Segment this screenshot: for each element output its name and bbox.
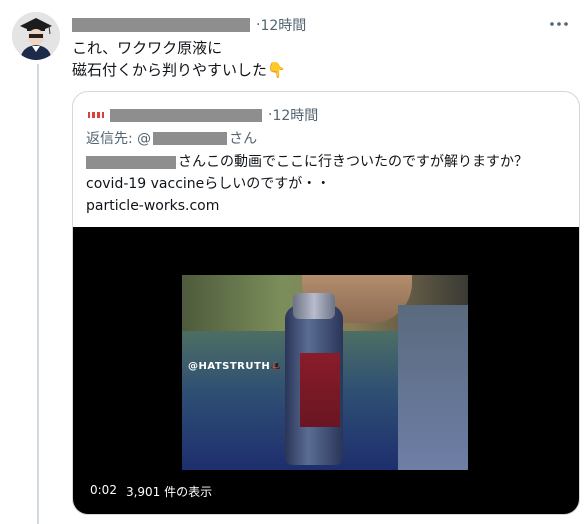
quoted-body-link[interactable]: particle-works.com bbox=[86, 195, 528, 217]
avatar[interactable] bbox=[12, 12, 60, 60]
quoted-tweet-body: さんこの動画でここに行きついたのですが解りますか？ covid-19 vacci… bbox=[86, 151, 528, 217]
redacted-mention bbox=[86, 155, 176, 169]
tweet-text-line-2: 磁石付くから判りやすいした👇 bbox=[72, 59, 286, 81]
quoted-timestamp[interactable]: 12時間 bbox=[272, 105, 318, 125]
video-watermark: @HATSTRUTH🎩 bbox=[188, 361, 282, 372]
reply-to-prefix: 返信先: @ bbox=[86, 131, 152, 147]
redacted-quoted-username bbox=[110, 108, 262, 122]
quoted-body-line-1-text: さんこの動画でここに行きついたのですが解りますか？ bbox=[178, 154, 528, 170]
video-player[interactable]: @HATSTRUTH🎩 0:02 3,901 件の表示 bbox=[73, 227, 579, 514]
quoted-tweet-card[interactable]: · 12時間 返信先: @ さん さんこの動画でここに行きついたのですが解ります… bbox=[72, 91, 580, 515]
quoted-avatar bbox=[86, 105, 106, 125]
tweet-text-line-2-text: 磁石付くから判りやすいした bbox=[72, 61, 268, 79]
reply-to-line: 返信先: @ さん bbox=[86, 128, 257, 148]
video-watermark-text: @HATSTRUTH bbox=[188, 361, 271, 372]
video-thumbnail: @HATSTRUTH🎩 bbox=[182, 275, 468, 470]
more-horizontal-icon[interactable] bbox=[548, 16, 570, 32]
tweet-text-line-1: これ、ワクワク原液に bbox=[72, 39, 223, 57]
reply-to-suffix: さん bbox=[229, 131, 258, 147]
tweet-timestamp[interactable]: 12時間 bbox=[260, 15, 306, 35]
redacted-reply-handle[interactable] bbox=[153, 131, 228, 145]
quoted-body-line-1: さんこの動画でここに行きついたのですが解りますか？ bbox=[86, 151, 528, 173]
redacted-username bbox=[72, 18, 250, 32]
quoted-tweet-header: · 12時間 bbox=[86, 105, 318, 125]
tweet-header: · 12時間 bbox=[72, 14, 306, 36]
top-hat-icon: 🎩 bbox=[270, 362, 282, 372]
thread-connector-line bbox=[37, 64, 39, 524]
quoted-body-line-2: covid-19 vaccineらしいのですが・・ bbox=[86, 176, 331, 192]
avatar-graduate-image bbox=[12, 12, 60, 60]
tweet-text: これ、ワクワク原液に 磁石付くから判りやすいした👇 bbox=[72, 37, 286, 81]
video-elapsed-time: 0:02 bbox=[90, 483, 117, 497]
video-view-count: 3,901 件の表示 bbox=[125, 485, 213, 499]
video-meta: 0:02 3,901 件の表示 bbox=[90, 483, 212, 500]
pointing-down-emoji: 👇 bbox=[267, 61, 286, 79]
